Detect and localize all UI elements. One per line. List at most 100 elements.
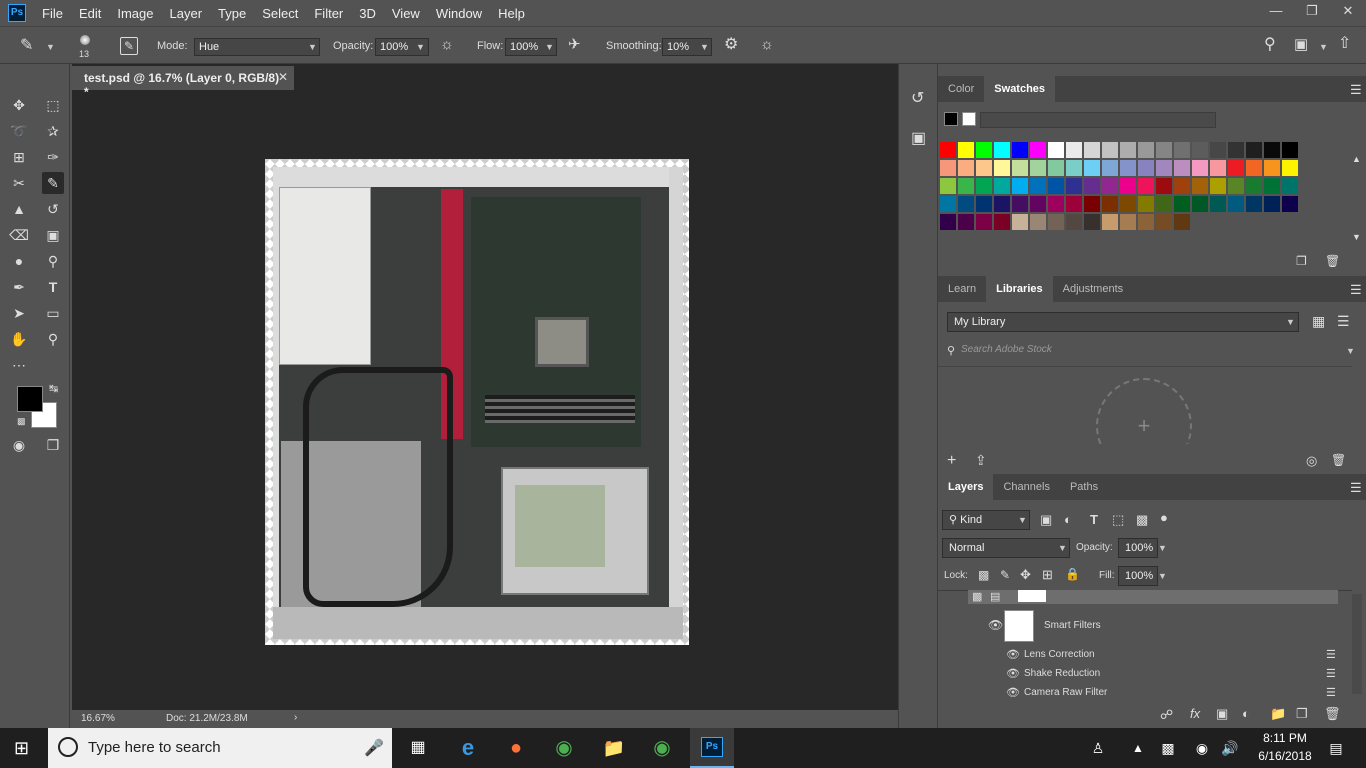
color-swatch[interactable] (1174, 178, 1190, 194)
stock-search-input[interactable]: Search Adobe Stock (961, 344, 1052, 355)
link-layers-icon[interactable]: ☍ (1160, 707, 1173, 723)
rectangle-tool-icon[interactable]: ▭ (42, 302, 64, 324)
chrome-icon[interactable]: ◉ (648, 736, 676, 760)
tab-libraries[interactable]: Libraries (986, 276, 1053, 302)
tab-color[interactable]: Color (938, 76, 984, 102)
eyedropper-tool-icon[interactable]: ✑ (42, 146, 64, 168)
color-swatch[interactable] (1030, 142, 1046, 158)
share-icon[interactable]: ⇧ (1338, 36, 1351, 52)
filter-options-icon[interactable]: ☰ (1326, 667, 1336, 680)
chevron-right-icon[interactable]: › (294, 712, 297, 723)
history-brush-tool-icon[interactable]: ↺ (42, 198, 64, 220)
color-swatch[interactable] (940, 142, 956, 158)
library-select[interactable]: My Library (947, 312, 1299, 332)
layer-thumbnail[interactable] (1018, 590, 1046, 602)
new-swatch-icon[interactable]: ❐ (1296, 254, 1307, 268)
wifi-icon[interactable]: ◉ (1188, 736, 1216, 760)
color-swatch[interactable] (1228, 160, 1244, 176)
color-swatch[interactable] (1102, 196, 1118, 212)
color-swatch[interactable] (1012, 214, 1028, 230)
brush-preset-icon[interactable] (80, 35, 90, 45)
color-swatch[interactable] (1246, 160, 1262, 176)
color-swatch[interactable] (1102, 214, 1118, 230)
filter-name[interactable]: Camera Raw Filter (1024, 687, 1107, 698)
smart-filters-label[interactable]: Smart Filters (1044, 620, 1101, 631)
pressure-size-icon[interactable]: ☼ (760, 37, 774, 52)
filter-name[interactable]: Shake Reduction (1024, 668, 1100, 679)
eraser-tool-icon[interactable]: ⌫ (8, 224, 30, 246)
filter-row[interactable]: 👁 Shake Reduction ☰ (938, 667, 1352, 685)
color-swatch[interactable] (940, 178, 956, 194)
grid-view-icon[interactable]: ▦ (1312, 313, 1325, 330)
color-swatch[interactable] (1084, 142, 1100, 158)
healing-brush-tool-icon[interactable]: ✂ (8, 172, 30, 194)
hand-tool-icon[interactable]: ✋ (8, 328, 30, 350)
color-swatch[interactable] (1048, 142, 1064, 158)
layers-scrollbar[interactable] (1352, 594, 1362, 694)
add-mask-icon[interactable]: ▣ (1216, 706, 1228, 722)
pen-tool-icon[interactable]: ✒ (8, 276, 30, 298)
filter-row[interactable]: 👁 Lens Correction ☰ (938, 648, 1352, 666)
color-swatch[interactable] (1012, 196, 1028, 212)
color-swatch[interactable] (1156, 196, 1172, 212)
color-swatch[interactable] (1138, 142, 1154, 158)
color-swatch[interactable] (1192, 196, 1208, 212)
new-layer-icon[interactable]: ❐ (1296, 706, 1308, 722)
dodge-tool-icon[interactable]: ⚲ (42, 250, 64, 272)
color-swatch[interactable] (1282, 160, 1298, 176)
new-group-icon[interactable]: 📁 (1270, 706, 1286, 722)
color-swatch[interactable] (1120, 196, 1136, 212)
tab-swatches[interactable]: Swatches (984, 76, 1056, 102)
color-swatch[interactable] (1246, 142, 1262, 158)
smart-filter-mask-thumbnail[interactable] (1004, 610, 1034, 642)
color-swatch[interactable] (1048, 196, 1064, 212)
tab-adjustments[interactable]: Adjustments (1053, 276, 1134, 302)
menu-type[interactable]: Type (210, 6, 254, 21)
upload-icon[interactable]: ⇪ (975, 452, 987, 469)
menu-select[interactable]: Select (254, 6, 306, 21)
tab-learn[interactable]: Learn (938, 276, 986, 302)
color-swatch[interactable] (1246, 178, 1262, 194)
color-swatch[interactable] (976, 142, 992, 158)
color-swatch[interactable] (958, 178, 974, 194)
file-explorer-icon[interactable]: 📁 (600, 736, 628, 760)
recent-swatch-white[interactable] (962, 112, 976, 126)
color-swatch[interactable] (1210, 142, 1226, 158)
microphone-icon[interactable]: 🎤 (364, 738, 384, 758)
pixel-filter-icon[interactable]: ▣ (1040, 512, 1052, 528)
color-swatch[interactable] (1174, 196, 1190, 212)
chevron-up-icon[interactable]: ▲ (1124, 736, 1152, 760)
color-swatch[interactable] (1282, 196, 1298, 212)
tab-channels[interactable]: Channels (993, 474, 1059, 500)
color-swatch[interactable] (994, 160, 1010, 176)
filter-options-icon[interactable]: ☰ (1326, 648, 1336, 661)
people-icon[interactable]: ♙ (1084, 736, 1112, 760)
menu-layer[interactable]: Layer (162, 6, 211, 21)
color-swatch[interactable] (1120, 178, 1136, 194)
restore-button[interactable]: ❐ (1294, 0, 1330, 22)
lock-position-icon[interactable]: ✥ (1020, 567, 1031, 583)
color-swatch[interactable] (1084, 160, 1100, 176)
menu-3d[interactable]: 3D (351, 6, 384, 21)
chrome-icon[interactable]: ◉ (550, 736, 578, 760)
color-swatch[interactable] (1246, 196, 1262, 212)
recent-swatch-black[interactable] (944, 112, 958, 126)
layer-opacity-input[interactable]: 100% (1118, 538, 1158, 558)
color-swatch[interactable] (976, 196, 992, 212)
color-swatch[interactable] (940, 160, 956, 176)
color-swatch[interactable] (1174, 214, 1190, 230)
edge-icon[interactable]: e (454, 736, 482, 760)
color-swatch[interactable] (1084, 196, 1100, 212)
eye-icon[interactable]: 👁 (1006, 686, 1020, 699)
scroll-down-icon[interactable]: ▼ (1352, 232, 1361, 242)
trash-icon[interactable]: 🗑 (1324, 706, 1341, 722)
swap-colors-icon[interactable]: ↹ (49, 382, 58, 395)
color-swatch[interactable] (994, 196, 1010, 212)
3d-icon[interactable]: ▣ (911, 128, 926, 148)
color-swatch[interactable] (1066, 196, 1082, 212)
chevron-down-icon[interactable]: ▼ (1346, 346, 1355, 356)
color-swatch[interactable] (1048, 160, 1064, 176)
volume-icon[interactable]: 🔊 (1216, 736, 1244, 760)
chevron-down-icon[interactable]: ▼ (700, 42, 709, 52)
fx-icon[interactable]: fx (1190, 706, 1200, 721)
